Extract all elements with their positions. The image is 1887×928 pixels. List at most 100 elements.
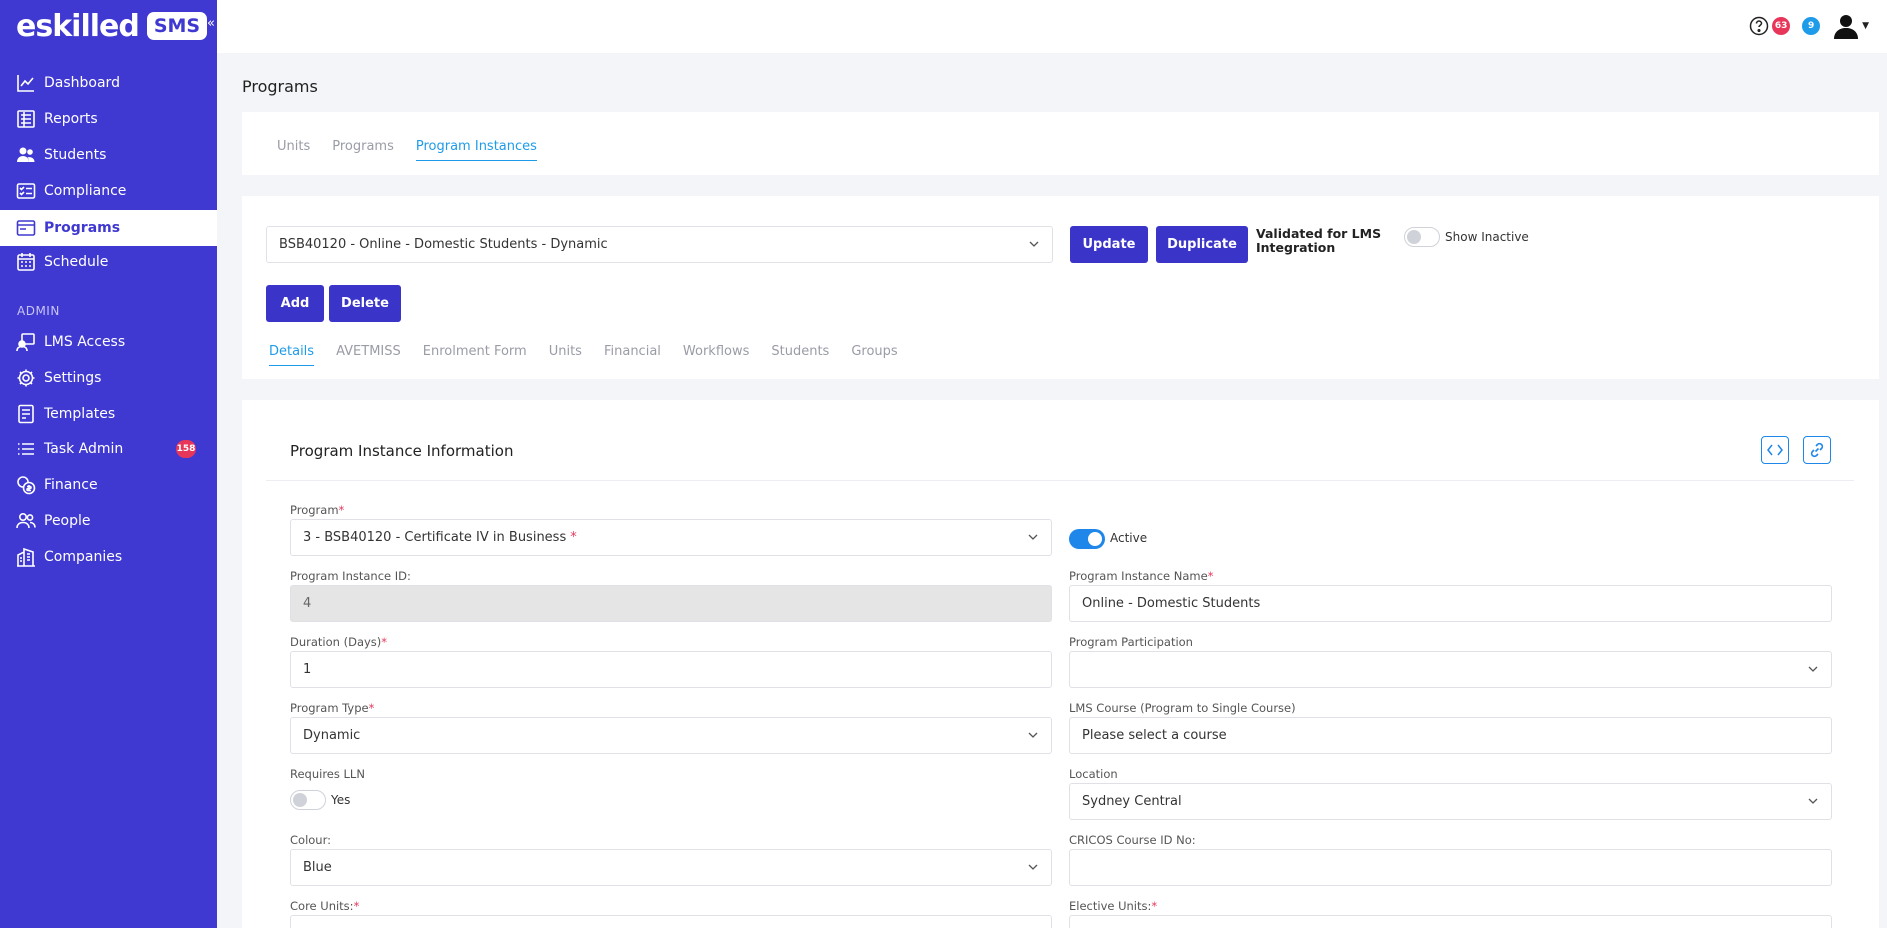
sidebar-item-label: Task Admin: [44, 441, 124, 457]
help-icon[interactable]: [1749, 16, 1769, 36]
tab-units[interactable]: Units: [277, 139, 310, 161]
core-units-field[interactable]: [290, 915, 1052, 928]
copy-link-button[interactable]: [1803, 436, 1831, 464]
task-list-icon: [18, 443, 34, 455]
tab-avetmiss[interactable]: AVETMISS: [336, 344, 401, 366]
program-instance-select[interactable]: BSB40120 - Online - Domestic Students - …: [266, 226, 1053, 263]
sidebar-item-programs[interactable]: Programs: [0, 210, 217, 246]
sidebar-item-compliance[interactable]: Compliance: [0, 174, 217, 208]
sidebar-item-people[interactable]: People: [0, 504, 217, 538]
colour-label: Colour:: [290, 833, 331, 847]
program-label-text: Program: [290, 503, 339, 517]
instance-name-label-text: Program Instance Name: [1069, 569, 1208, 583]
message-count-badge[interactable]: 9: [1802, 17, 1821, 35]
user-menu-caret-icon[interactable]: ▼: [1862, 21, 1869, 31]
task-count-badge: 158: [176, 440, 196, 458]
detail-tabs: Details AVETMISS Enrolment Form Units Fi…: [269, 344, 920, 366]
program-instance-form-card: Program Instance Information Program* 3 …: [242, 400, 1879, 928]
people-icon: [16, 512, 36, 529]
building-icon: [17, 547, 35, 567]
update-button[interactable]: Update: [1070, 226, 1148, 263]
sidebar-item-dashboard[interactable]: Dashboard: [0, 66, 217, 100]
tab-financial[interactable]: Financial: [604, 344, 661, 366]
main-tabs: Units Programs Program Instances: [277, 139, 559, 161]
core-units-label: Core Units:*: [290, 899, 360, 913]
elective-units-field[interactable]: [1069, 915, 1832, 928]
checklist-icon: [16, 183, 36, 199]
sidebar-item-companies[interactable]: Companies: [0, 540, 217, 574]
sidebar-item-settings[interactable]: Settings: [0, 361, 217, 395]
tab-groups[interactable]: Groups: [851, 344, 897, 366]
link-icon: [1810, 442, 1824, 458]
requires-lln-label: Requires LLN: [290, 767, 365, 781]
toggle-knob: [1407, 230, 1421, 244]
lms-course-field[interactable]: Please select a course: [1069, 717, 1832, 754]
tab-enrolment-form[interactable]: Enrolment Form: [423, 344, 527, 366]
sidebar-item-schedule[interactable]: Schedule: [0, 245, 217, 279]
sidebar-item-finance[interactable]: Finance: [0, 468, 217, 502]
toggle-knob: [293, 793, 307, 807]
participation-label: Program Participation: [1069, 635, 1193, 649]
sidebar-item-templates[interactable]: Templates: [0, 397, 217, 431]
toggle-knob: [1088, 532, 1102, 546]
instance-name-label: Program Instance Name*: [1069, 569, 1214, 583]
participation-select[interactable]: [1069, 651, 1832, 688]
chart-line-icon: [17, 75, 34, 92]
coins-icon: [17, 476, 36, 495]
core-units-label-text: Core Units:: [290, 899, 354, 913]
admin-section-label: ADMIN: [17, 304, 60, 318]
program-type-label: Program Type*: [290, 701, 375, 715]
report-icon: [17, 110, 35, 128]
logo[interactable]: eskilled SMS: [16, 8, 208, 44]
sidebar-item-lms-access[interactable]: LMS Access: [0, 325, 217, 359]
chevron-down-icon: [1028, 732, 1038, 738]
selected-instance-text: BSB40120 - Online - Domestic Students - …: [279, 237, 608, 252]
delete-button[interactable]: Delete: [329, 285, 401, 322]
chevron-down-icon: [1028, 534, 1038, 540]
program-label: Program*: [290, 503, 345, 517]
lms-access-icon: [16, 333, 35, 352]
add-button[interactable]: Add: [266, 285, 324, 322]
elective-units-label: Elective Units:*: [1069, 899, 1158, 913]
chevron-down-icon: [1028, 864, 1038, 870]
users-icon: [17, 147, 35, 162]
cricos-label: CRICOS Course ID No:: [1069, 833, 1196, 847]
tab-program-instances[interactable]: Program Instances: [415, 139, 537, 161]
collapse-sidebar-icon[interactable]: «: [207, 16, 215, 31]
notification-count-badge[interactable]: 63: [1772, 17, 1791, 35]
sidebar-item-task-admin[interactable]: Task Admin 158: [0, 432, 217, 466]
tab-programs[interactable]: Programs: [332, 139, 394, 161]
program-select[interactable]: 3 - BSB40120 - Certificate IV in Busines…: [290, 519, 1052, 556]
duration-field[interactable]: 1: [290, 651, 1052, 688]
location-select[interactable]: Sydney Central: [1069, 783, 1832, 820]
colour-select[interactable]: Blue: [290, 849, 1052, 886]
sidebar-item-students[interactable]: Students: [0, 138, 217, 172]
program-type-select[interactable]: Dynamic: [290, 717, 1052, 754]
chevron-down-icon: [1029, 241, 1039, 247]
requires-lln-toggle[interactable]: [290, 790, 326, 810]
user-avatar-icon[interactable]: [1832, 12, 1860, 40]
cricos-field[interactable]: [1069, 849, 1832, 886]
colour-value: Blue: [303, 860, 332, 875]
sidebar-item-label: Settings: [44, 370, 102, 386]
sidebar-item-reports[interactable]: Reports: [0, 102, 217, 136]
sidebar-item-label: People: [44, 513, 91, 529]
tab-units[interactable]: Units: [549, 344, 582, 366]
show-inactive-toggle[interactable]: [1404, 227, 1440, 247]
embed-code-button[interactable]: [1761, 436, 1789, 464]
main-tabs-card: Units Programs Program Instances: [242, 112, 1879, 175]
location-value: Sydney Central: [1082, 794, 1182, 809]
tab-students[interactable]: Students: [771, 344, 829, 366]
duplicate-button[interactable]: Duplicate: [1156, 226, 1248, 263]
active-toggle[interactable]: [1069, 529, 1105, 549]
sidebar-item-label: Templates: [44, 406, 116, 422]
tab-workflows[interactable]: Workflows: [683, 344, 749, 366]
section-divider: [266, 480, 1854, 481]
programs-icon: [16, 220, 36, 236]
sidebar-item-label: Finance: [44, 477, 98, 493]
chevron-down-icon: [1808, 798, 1818, 804]
instance-name-field[interactable]: Online - Domestic Students: [1069, 585, 1832, 622]
tab-details[interactable]: Details: [269, 344, 315, 366]
sidebar: eskilled SMS « Dashboard Reports Student…: [0, 0, 217, 928]
sidebar-item-label: LMS Access: [44, 334, 126, 350]
